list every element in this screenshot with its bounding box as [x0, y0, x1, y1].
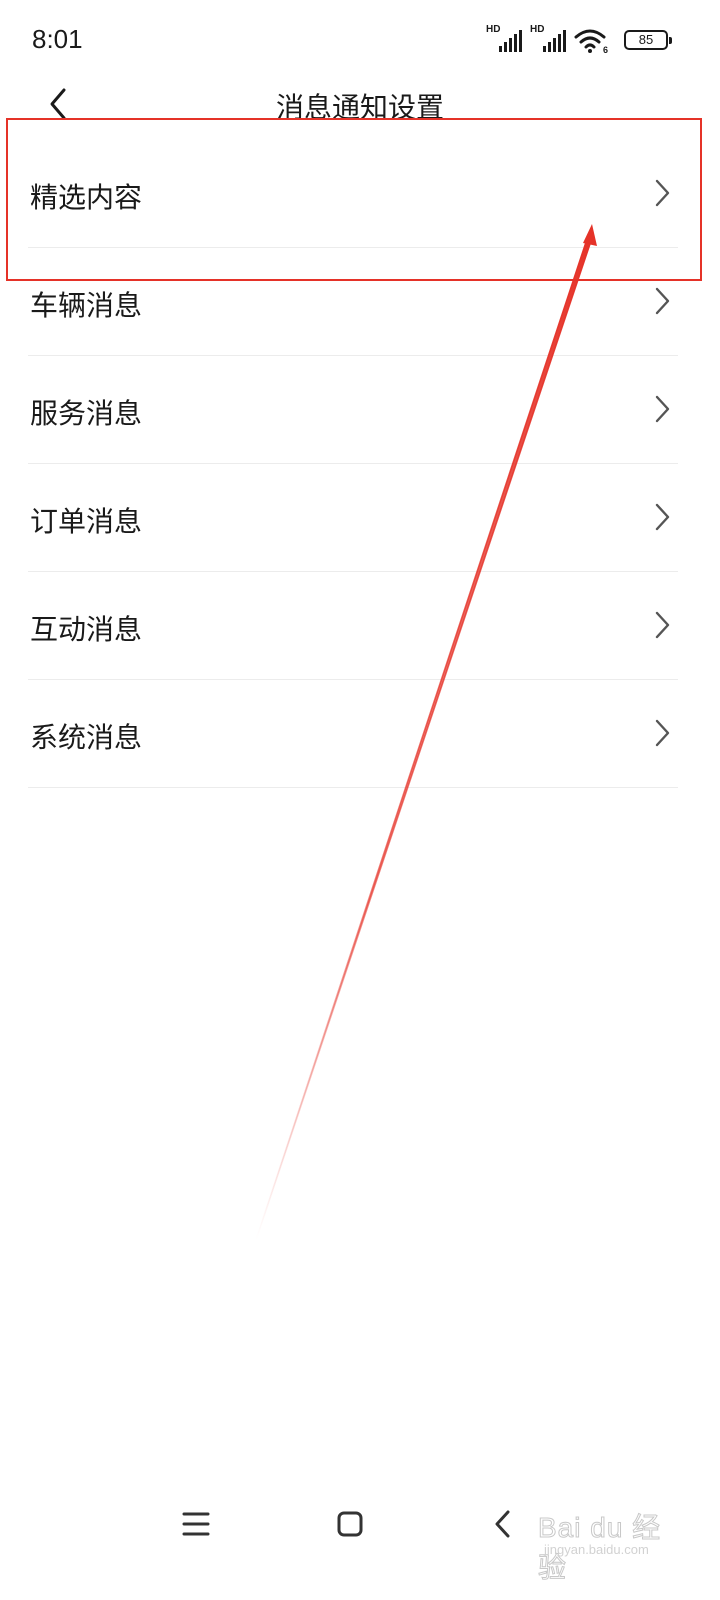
settings-item-label: 服务消息: [30, 397, 143, 430]
chevron-right-icon: [655, 503, 670, 531]
wifi-6-label: 6: [603, 45, 608, 54]
settings-item-label: 车辆消息: [30, 289, 143, 322]
settings-item-interaction-messages[interactable]: 互动消息: [28, 572, 678, 680]
status-time: 8:01: [32, 24, 83, 54]
watermark-logo: Bai du 经验 jingyan.baidu.com: [538, 1506, 688, 1584]
settings-item-label: 系统消息: [30, 721, 143, 754]
settings-item-label: 订单消息: [30, 505, 143, 538]
annotation-highlight-box: [6, 118, 702, 281]
watermark-url-text: jingyan.baidu.com: [544, 1542, 649, 1557]
status-icons: HD HD 6 85: [486, 24, 672, 54]
battery-level: 85: [638, 32, 654, 47]
battery-icon: 85: [624, 30, 672, 50]
settings-item-label: 互动消息: [30, 613, 143, 646]
chevron-right-icon: [655, 395, 670, 423]
chevron-right-icon: [655, 287, 670, 315]
settings-item-service-messages[interactable]: 服务消息: [28, 356, 678, 464]
wifi-icon: 6: [574, 29, 608, 54]
back-icon: [495, 1510, 510, 1538]
recent-apps-button[interactable]: [176, 1504, 216, 1544]
signal-icon-1: HD: [486, 24, 522, 54]
chevron-right-icon: [655, 611, 670, 639]
chevron-right-icon: [655, 719, 670, 747]
settings-item-system-messages[interactable]: 系统消息: [28, 680, 678, 788]
home-icon: [337, 1511, 363, 1537]
settings-item-order-messages[interactable]: 订单消息: [28, 464, 678, 572]
system-back-button[interactable]: [484, 1504, 524, 1544]
status-bar: 8:01 HD HD 6 85: [0, 0, 720, 80]
home-button[interactable]: [330, 1504, 370, 1544]
signal-icon-2: HD: [530, 24, 566, 54]
menu-icon: [182, 1512, 210, 1536]
